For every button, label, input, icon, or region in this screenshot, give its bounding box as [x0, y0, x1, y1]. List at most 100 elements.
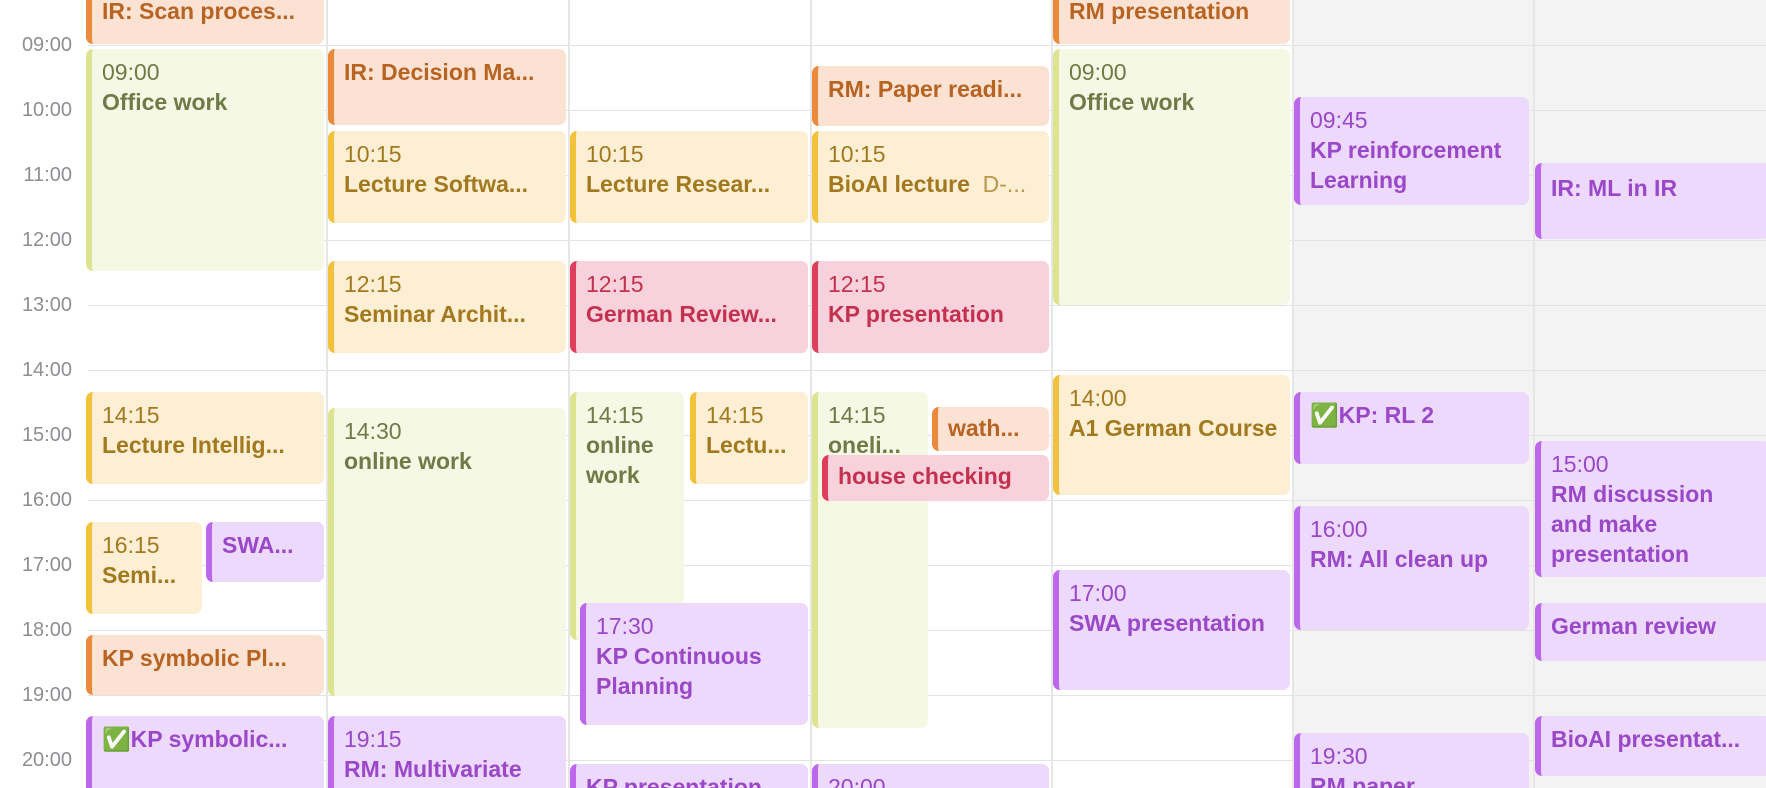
time-label: 20:00: [21, 749, 72, 771]
event-time: 17:00: [1069, 580, 1127, 606]
event-office-work[interactable]: 09:00 Office work: [86, 49, 324, 271]
event-lecture-softwa[interactable]: 10:15 Lecture Softwa...: [328, 131, 566, 223]
event-time: 16:15: [102, 532, 160, 558]
event-rm-paper-reading[interactable]: RM: Paper readi...: [812, 66, 1049, 126]
event-title: Lecture Resear...: [586, 171, 771, 197]
time-label: 09:00: [21, 34, 72, 56]
event-title: Office work: [1069, 89, 1195, 115]
event-title: Lectu...: [706, 432, 787, 458]
event-ir-ml-in-ir[interactable]: IR: ML in IR: [1535, 163, 1766, 239]
event-lecture-resear[interactable]: 10:15 Lecture Resear...: [570, 131, 808, 223]
event-kp-rl2[interactable]: ✅KP: RL 2: [1294, 392, 1529, 464]
event-title: BioAI presentat...: [1551, 726, 1741, 752]
event-title: SWA presentation: [1069, 610, 1265, 636]
event-time: 12:15: [828, 271, 886, 297]
event-title: Seminar Archit...: [344, 301, 526, 327]
event-kp-presentation[interactable]: 12:15 KP presentation: [812, 261, 1049, 353]
event-ir-decision[interactable]: IR: Decision Ma...: [328, 49, 566, 125]
weekend-column-sun: [1534, 0, 1766, 788]
event-rm-presentation[interactable]: RM presentation: [1053, 0, 1290, 44]
event-rm-all-clean-up[interactable]: 16:00 RM: All clean up: [1294, 506, 1529, 630]
event-title: KP symbolic Pl...: [102, 645, 287, 671]
event-swa[interactable]: SWA...: [206, 522, 324, 582]
event-title: RM discussion and make presentation: [1551, 481, 1714, 567]
event-title: German Review...: [586, 301, 777, 327]
event-title: ✅KP: RL 2: [1310, 402, 1435, 428]
event-time: 09:00: [1069, 59, 1127, 85]
event-time: 19:30: [1310, 743, 1368, 769]
event-title: online work: [344, 448, 472, 474]
event-title: RM: Multivariate: [344, 756, 522, 782]
event-kp-reinforcement-learning[interactable]: 09:45 KP reinforcement Learning: [1294, 97, 1529, 205]
event-title: IR: Scan proces...: [102, 0, 296, 24]
event-title: IR: Decision Ma...: [344, 59, 535, 85]
day-separator: [568, 0, 570, 788]
event-oneline-work[interactable]: 14:15 oneli...: [812, 392, 928, 728]
time-label: 13:00: [21, 294, 72, 316]
event-kp-continuous-planning[interactable]: 17:30 KP Continuous Planning: [580, 603, 808, 725]
event-time: 15:00: [1551, 451, 1609, 477]
event-german-review[interactable]: 12:15 German Review...: [570, 261, 808, 353]
hour-line: [88, 240, 1766, 241]
time-label: 11:00: [23, 164, 72, 186]
event-kp-presentation[interactable]: KP presentation: [570, 764, 808, 788]
time-label: 15:00: [21, 424, 72, 446]
event-seminar[interactable]: 16:15 Semi...: [86, 522, 202, 614]
event-title: SWA...: [222, 532, 294, 558]
event-title: ✅KP symbolic...: [102, 726, 288, 752]
event-title: Office work: [102, 89, 228, 115]
event-kp-symbolic-planning[interactable]: KP symbolic Pl...: [86, 635, 324, 695]
time-label: 19:00: [21, 684, 72, 706]
event-title: RM: All clean up: [1310, 546, 1489, 572]
hour-line: [88, 45, 1766, 46]
event-time: 10:15: [344, 141, 402, 167]
hour-line: [88, 370, 1766, 371]
event-time: 17:30: [596, 613, 654, 639]
event-wath[interactable]: wath...: [932, 407, 1049, 451]
event-title: IR: ML in IR: [1551, 175, 1678, 201]
event-time: 09:45: [1310, 107, 1368, 133]
event-time: 12:15: [586, 271, 644, 297]
event-seminar-archit[interactable]: 12:15 Seminar Archit...: [328, 261, 566, 353]
event-bioai-presentation[interactable]: BioAI presentat...: [1535, 716, 1766, 776]
event-rm-paper[interactable]: 19:30 RM paper: [1294, 733, 1529, 788]
event-bioai-lecture[interactable]: 10:15 BioAI lecture D-...: [812, 131, 1049, 223]
event-time: 19:15: [344, 726, 402, 752]
event-swa-presentation[interactable]: 17:00 SWA presentation: [1053, 570, 1290, 690]
event-title: KP presentation: [586, 774, 762, 788]
event-title: house checking: [838, 463, 1012, 489]
event-kp-symbolic-done[interactable]: ✅KP symbolic...: [86, 716, 324, 788]
event-title-text: BioAI lecture: [828, 171, 970, 197]
event-title: German review: [1551, 613, 1716, 639]
event-title: RM paper: [1310, 773, 1415, 788]
event-title: RM: Paper readi...: [828, 76, 1023, 102]
event-time: 10:15: [828, 141, 886, 167]
event-time: 14:30: [344, 418, 402, 444]
event-lecture-intellig[interactable]: 14:15 Lecture Intellig...: [86, 392, 324, 484]
time-label: 10:00: [21, 99, 72, 121]
event-time: 14:15: [102, 402, 160, 428]
event-german-review[interactable]: German review: [1535, 603, 1766, 661]
event-time: 14:15: [828, 402, 886, 428]
event-title: KP Continuous Planning: [596, 643, 762, 699]
event-house-checking[interactable]: house checking: [822, 455, 1049, 501]
event-2000[interactable]: 20:00: [812, 764, 1049, 788]
event-ir-scan[interactable]: IR: Scan proces...: [86, 0, 324, 44]
event-office-work[interactable]: 09:00 Office work: [1053, 49, 1290, 305]
event-title: Lecture Softwa...: [344, 171, 529, 197]
event-rm-multivariate[interactable]: 19:15 RM: Multivariate: [328, 716, 566, 788]
event-lecture[interactable]: 14:15 Lectu...: [690, 392, 808, 484]
event-online-work[interactable]: 14:30 online work: [328, 408, 566, 696]
event-time: 14:15: [586, 402, 644, 428]
event-time: 09:00: [102, 59, 160, 85]
event-title: wath...: [948, 415, 1020, 441]
event-title: KP presentation: [828, 301, 1004, 327]
event-location: D-...: [982, 171, 1027, 197]
event-time: 10:15: [586, 141, 644, 167]
event-rm-discussion[interactable]: 15:00 RM discussion and make presentatio…: [1535, 441, 1766, 577]
event-time: 16:00: [1310, 516, 1368, 542]
time-label: 14:00: [21, 359, 72, 381]
event-title: A1 German Course: [1069, 415, 1278, 441]
event-a1-german-course[interactable]: 14:00 A1 German Course: [1053, 375, 1290, 495]
time-label: 12:00: [21, 229, 72, 251]
